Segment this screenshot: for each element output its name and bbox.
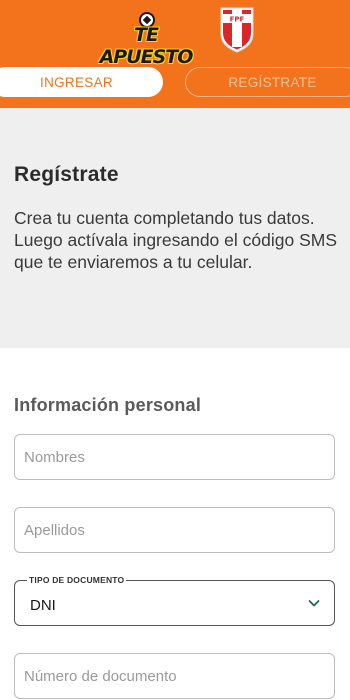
fpf-crest-icon: FPF	[220, 7, 254, 53]
auth-tabs: INGRESAR REGÍSTRATE	[0, 67, 350, 97]
tipo-documento-value: DNI	[30, 597, 56, 614]
brand-logo: TE APUESTO	[92, 12, 200, 68]
tipo-documento-select[interactable]: TIPO DE DOCUMENTO DNI	[14, 575, 335, 626]
nombres-input[interactable]	[14, 434, 335, 480]
tab-registrate[interactable]: REGÍSTRATE	[185, 67, 350, 97]
app-header: TE APUESTO FPF INGRESAR REGÍSTRATE	[0, 0, 350, 108]
tab-ingresar[interactable]: INGRESAR	[0, 67, 163, 97]
numero-documento-input[interactable]	[14, 653, 335, 699]
apellidos-input[interactable]	[14, 507, 335, 553]
intro-description: Crea tu cuenta completando tus datos. Lu…	[14, 208, 337, 272]
chevron-down-icon[interactable]	[306, 595, 322, 611]
section-title-personal-info: Información personal	[14, 395, 202, 415]
intro-panel: Regístrate Crea tu cuenta completando tu…	[0, 108, 350, 348]
svg-text:FPF: FPF	[230, 16, 245, 24]
brand-logo-text: TE APUESTO	[99, 24, 194, 68]
page-title: Regístrate	[14, 163, 119, 186]
logo-area: TE APUESTO FPF	[0, 6, 350, 68]
tipo-documento-label: TIPO DE DOCUMENTO	[27, 575, 127, 585]
